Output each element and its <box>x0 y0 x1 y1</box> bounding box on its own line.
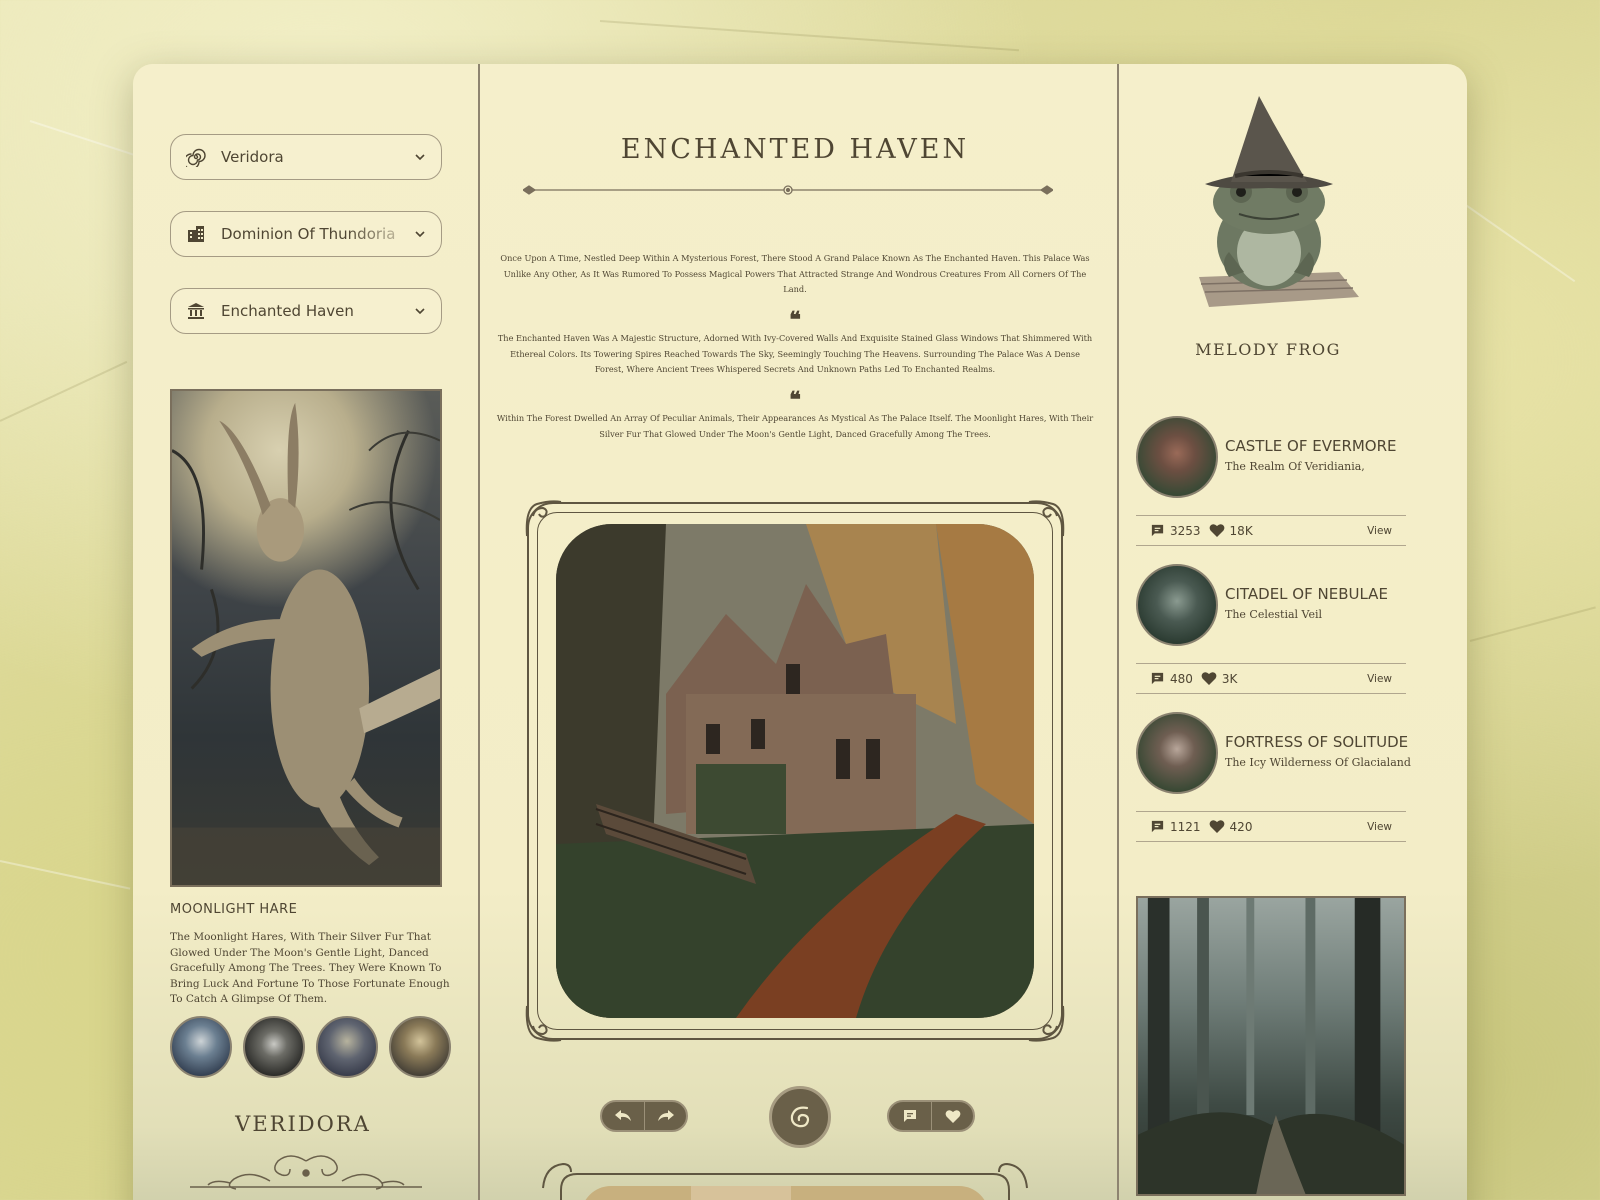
realm-select-label: Veridora <box>221 148 284 166</box>
page-title: ENCHANTED HAVEN <box>620 134 970 165</box>
comment-icon <box>1151 524 1164 537</box>
comment-icon <box>1151 672 1164 685</box>
quote-mark-1: ❝ <box>789 307 801 333</box>
realm-select[interactable]: Veridora <box>170 134 442 180</box>
story-paragraph-3: Within The Forest Dwelled An Array Of Pe… <box>496 413 1094 439</box>
right-divider <box>1117 64 1119 1200</box>
thumbnail-1[interactable] <box>170 1016 232 1078</box>
like-button[interactable] <box>931 1102 973 1130</box>
like-count[interactable]: 3K <box>1201 671 1238 686</box>
place-select-label: Enchanted Haven <box>221 302 354 320</box>
castle-subtitle: The Icy Wilderness Of Glacialand <box>1225 756 1411 769</box>
heart-icon <box>1209 820 1224 833</box>
castle-stats: 1121 420 View <box>1136 811 1406 842</box>
navigation-controls <box>600 1100 688 1132</box>
comment-count-value: 1121 <box>1170 819 1201 834</box>
like-count[interactable]: 18K <box>1209 523 1253 538</box>
undo-button[interactable] <box>602 1102 644 1130</box>
view-link[interactable]: View <box>1367 821 1392 833</box>
dominion-select[interactable]: Dominion Of Thundoria <box>170 211 442 257</box>
creature-description: The Moonlight Hares, With Their Silver F… <box>170 931 450 1005</box>
like-count-value: 18K <box>1229 523 1253 538</box>
story-paragraph-2: The Enchanted Haven Was A Majestic Struc… <box>497 333 1093 374</box>
comment-count[interactable]: 3253 <box>1150 523 1201 538</box>
castle-stats: 3253 18K View <box>1136 515 1406 546</box>
castle-avatar <box>1136 416 1218 498</box>
comment-button[interactable] <box>889 1102 931 1130</box>
social-controls <box>887 1100 975 1132</box>
spiral-icon <box>185 146 207 168</box>
dominion-select-label: Dominion Of Thundoria <box>221 225 396 243</box>
view-link[interactable]: View <box>1367 525 1392 537</box>
undo-icon <box>615 1110 631 1121</box>
comment-count-value: 3253 <box>1170 523 1201 538</box>
character-name: MELODY FROG <box>1195 340 1341 359</box>
chevron-down-icon <box>415 308 425 315</box>
comment-icon <box>904 1110 916 1122</box>
heart-icon <box>1209 524 1224 537</box>
story-paragraph-1: Once Upon A Time, Nestled Deep Within A … <box>500 253 1090 294</box>
redo-icon <box>657 1110 674 1121</box>
ornament-divider <box>190 1155 422 1190</box>
like-count-value: 3K <box>1221 671 1238 686</box>
castle-subtitle: The Realm Of Veridiania, <box>1225 460 1365 473</box>
creature-thumbnails <box>170 1016 451 1078</box>
castle-name: CASTLE OF EVERMORE <box>1225 437 1397 455</box>
thumbnail-4[interactable] <box>389 1016 451 1078</box>
app-board: Veridora Dominion Of Thundoria Enchanted… <box>133 64 1467 1200</box>
melody-frog-image[interactable] <box>1169 92 1369 317</box>
chevron-down-icon <box>415 231 425 238</box>
left-divider <box>478 64 480 1200</box>
comment-count[interactable]: 1121 <box>1150 819 1201 834</box>
heart-icon <box>945 1109 960 1123</box>
castle-subtitle: The Celestial Veil <box>1225 608 1323 621</box>
main-action-button[interactable] <box>769 1086 831 1148</box>
place-select[interactable]: Enchanted Haven <box>170 288 442 334</box>
redo-button[interactable] <box>644 1102 686 1130</box>
misty-forest-image[interactable] <box>1136 896 1406 1196</box>
castle-name: FORTRESS OF SOLITUDE <box>1225 733 1409 751</box>
thumbnail-2[interactable] <box>243 1016 305 1078</box>
like-count[interactable]: 420 <box>1209 819 1253 834</box>
castle-name: CITADEL OF NEBULAE <box>1225 585 1388 603</box>
temple-icon <box>185 300 207 322</box>
thumbnail-3[interactable] <box>316 1016 378 1078</box>
haunted-mansion-image[interactable] <box>556 524 1034 1018</box>
heart-icon <box>1201 672 1217 685</box>
like-count-value: 420 <box>1229 819 1253 834</box>
creature-title: MOONLIGHT HARE <box>170 902 298 917</box>
castle-avatar <box>1136 564 1218 646</box>
next-image-frame <box>542 1162 1028 1200</box>
moonlight-hare-image[interactable] <box>170 389 442 887</box>
castle-avatar <box>1136 712 1218 794</box>
chevron-down-icon <box>415 154 425 161</box>
ornate-image-frame <box>525 500 1065 1042</box>
view-link[interactable]: View <box>1367 673 1392 685</box>
building-icon <box>185 223 207 245</box>
region-name: VERIDORA <box>235 1112 371 1136</box>
comment-count-value: 480 <box>1170 671 1193 686</box>
spiral-icon <box>790 1106 810 1128</box>
comment-count[interactable]: 480 <box>1150 671 1193 686</box>
comment-icon <box>1151 820 1164 833</box>
title-divider <box>523 185 1053 195</box>
castle-stats: 480 3K View <box>1136 663 1406 694</box>
quote-mark-2: ❝ <box>789 387 801 413</box>
